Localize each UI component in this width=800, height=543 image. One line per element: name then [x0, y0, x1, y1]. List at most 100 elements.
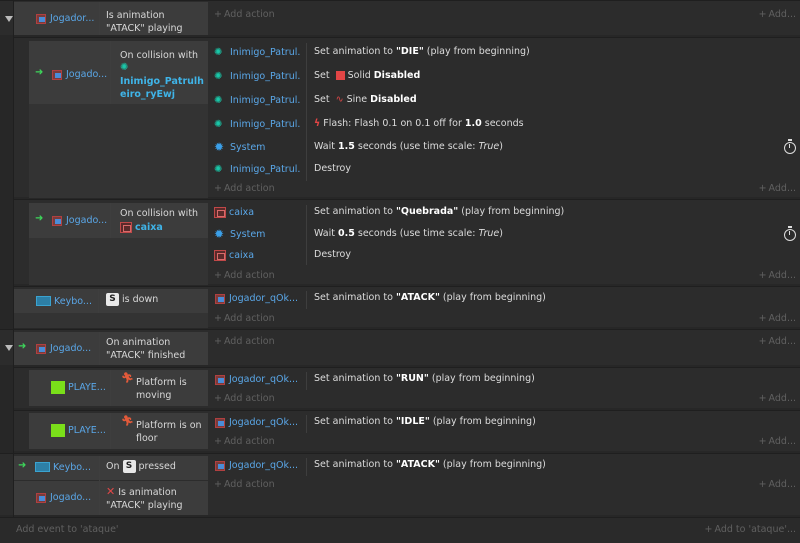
condition-object[interactable]: Jogado... [35, 341, 91, 355]
trigger-arrow-icon: ➜ [18, 341, 27, 352]
condition-text: On collision with [120, 208, 199, 219]
action-text: Set animation to "DIE" (play from beginn… [314, 46, 530, 57]
sine-icon: ∿ [335, 94, 344, 105]
sprite-icon [35, 13, 47, 24]
footer: Add event to 'ataque' + Add to 'ataque'..… [0, 517, 800, 543]
box-icon [214, 206, 226, 218]
action-object[interactable]: ✺ Inimigo_Patrul... [214, 117, 300, 131]
condition-target[interactable]: Inimigo_Patrulheiro_ryEwj [120, 75, 206, 101]
add-event-link[interactable]: Add event to 'ataque' [16, 523, 119, 537]
action-object[interactable]: Jogador_qOk... [214, 372, 300, 386]
sprite-icon [35, 343, 47, 354]
action-object[interactable]: Jogador_qOk... [214, 458, 300, 472]
key-s-icon: S [122, 460, 136, 473]
add-right[interactable]: + Add... [740, 312, 796, 326]
trigger-arrow-icon: ➜ [18, 460, 27, 471]
action-text: ϟ Flash: Flash 0.1 on 0.1 off for 1.0 sec… [314, 118, 524, 129]
box-icon [214, 249, 226, 261]
action-text: Set animation to "RUN" (play from beginn… [314, 373, 535, 384]
sprite-icon [51, 215, 63, 226]
add-action[interactable]: + Add action [214, 269, 275, 283]
trigger-arrow-icon: ➜ [35, 67, 44, 78]
action-text: Set Solid Disabled [314, 70, 421, 81]
key-s-icon: S [106, 293, 119, 306]
keyboard-icon [35, 462, 50, 472]
add-right[interactable]: + Add... [740, 182, 796, 196]
ghost-icon: ✺ [214, 163, 223, 175]
action-text: Wait 0.5 seconds (use time scale: True) [314, 228, 503, 239]
box-icon [120, 221, 132, 233]
add-action[interactable]: + Add action [214, 335, 275, 349]
trigger-arrow-icon: ➜ [35, 213, 44, 224]
condition-object[interactable]: Keybo... [35, 460, 91, 474]
action-text: Set animation to "IDLE" (play from begin… [314, 416, 536, 427]
action-object[interactable]: ✺ Inimigo_Patrul... [214, 69, 300, 83]
action-text: Set ∿ Sine Disabled [314, 94, 417, 105]
condition-object[interactable]: Jogador... [35, 11, 94, 25]
action-text: Set animation to "Quebrada" (play from b… [314, 206, 565, 217]
add-right[interactable]: + Add... [740, 478, 796, 492]
add-action[interactable]: + Add action [214, 435, 275, 449]
condition-object[interactable]: Jogado... [51, 67, 107, 81]
sprite-icon [51, 69, 63, 80]
action-text: Set animation to "ATACK" (play from begi… [314, 459, 546, 470]
condition-text: On animation "ATACK" finished [106, 337, 186, 361]
sprite-icon [214, 374, 226, 385]
add-action[interactable]: + Add action [214, 312, 275, 326]
add-action[interactable]: + Add action [214, 182, 275, 196]
sprite-icon [214, 417, 226, 428]
condition-object[interactable]: PLAYE... [51, 380, 106, 394]
sprite-icon [214, 293, 226, 304]
condition-text: Sis down [106, 293, 158, 306]
action-object[interactable]: Jogador_qOk... [214, 415, 300, 429]
event-row[interactable]: Jogador... Is animation "ATACK" playing … [0, 0, 800, 35]
condition-text: Is animation "ATACK" playing [106, 10, 183, 34]
flash-icon: ϟ [314, 118, 321, 129]
add-right[interactable]: + Add... [740, 435, 796, 449]
ghost-icon: ✺ [120, 62, 129, 73]
ghost-icon: ✺ [214, 94, 223, 106]
event-row[interactable]: ➜ Jogado... On animation "ATACK" finishe… [0, 329, 800, 365]
action-object[interactable]: ✹ System [214, 140, 300, 154]
action-object[interactable]: caixa [214, 248, 300, 262]
player-sprite-icon [51, 380, 65, 394]
sprite-icon [35, 492, 47, 503]
condition-text: Platform is moving [136, 377, 187, 401]
ghost-icon: ✺ [214, 70, 223, 82]
condition-text: Platform is on floor [136, 420, 202, 444]
condition-text: On collision with [120, 50, 199, 61]
add-to-group-link[interactable]: + Add to 'ataque'... [700, 523, 796, 537]
solid-icon [335, 71, 345, 80]
platform-behavior-icon: 🏃︎ [121, 416, 134, 427]
add-action[interactable]: + Add action [214, 8, 275, 22]
condition-object[interactable]: PLAYE... [51, 423, 106, 437]
add-action[interactable]: + Add action [214, 478, 275, 492]
condition-target[interactable]: caixa [120, 220, 163, 234]
keyboard-icon [36, 296, 51, 306]
condition-object[interactable]: Jogado... [51, 213, 107, 227]
action-object[interactable]: caixa [214, 205, 300, 219]
add-right[interactable]: + Add... [740, 269, 796, 283]
action-object[interactable]: ✺ Inimigo_Patrul... [214, 162, 300, 176]
player-sprite-icon [51, 423, 65, 437]
add-action[interactable]: + Add action [214, 392, 275, 406]
add-right[interactable]: + Add... [740, 335, 796, 349]
action-object[interactable]: Jogador_qOk... [214, 291, 300, 305]
platform-behavior-icon: 🏃︎ [121, 373, 134, 384]
action-object[interactable]: ✺ Inimigo_Patrul... [214, 45, 300, 59]
add-right[interactable]: + Add... [740, 8, 796, 22]
add-right[interactable]: + Add... [740, 392, 796, 406]
action-object[interactable]: ✹ System [214, 227, 300, 241]
ghost-icon: ✺ [214, 118, 223, 130]
sprite-icon [214, 460, 226, 471]
action-text: Set animation to "ATACK" (play from begi… [314, 292, 546, 303]
condition-object[interactable]: Keybo... [36, 294, 92, 308]
stopwatch-icon [784, 139, 796, 154]
ghost-icon: ✺ [214, 46, 223, 58]
condition-text: ✕ Is animation "ATACK" playing [106, 485, 183, 511]
condition-object[interactable]: Jogado... [35, 490, 91, 504]
action-object[interactable]: ✺ Inimigo_Patrul... [214, 93, 300, 107]
action-text: Wait 1.5 seconds (use time scale: True) [314, 141, 503, 152]
stopwatch-icon [784, 226, 796, 241]
action-text: Destroy [314, 163, 351, 174]
